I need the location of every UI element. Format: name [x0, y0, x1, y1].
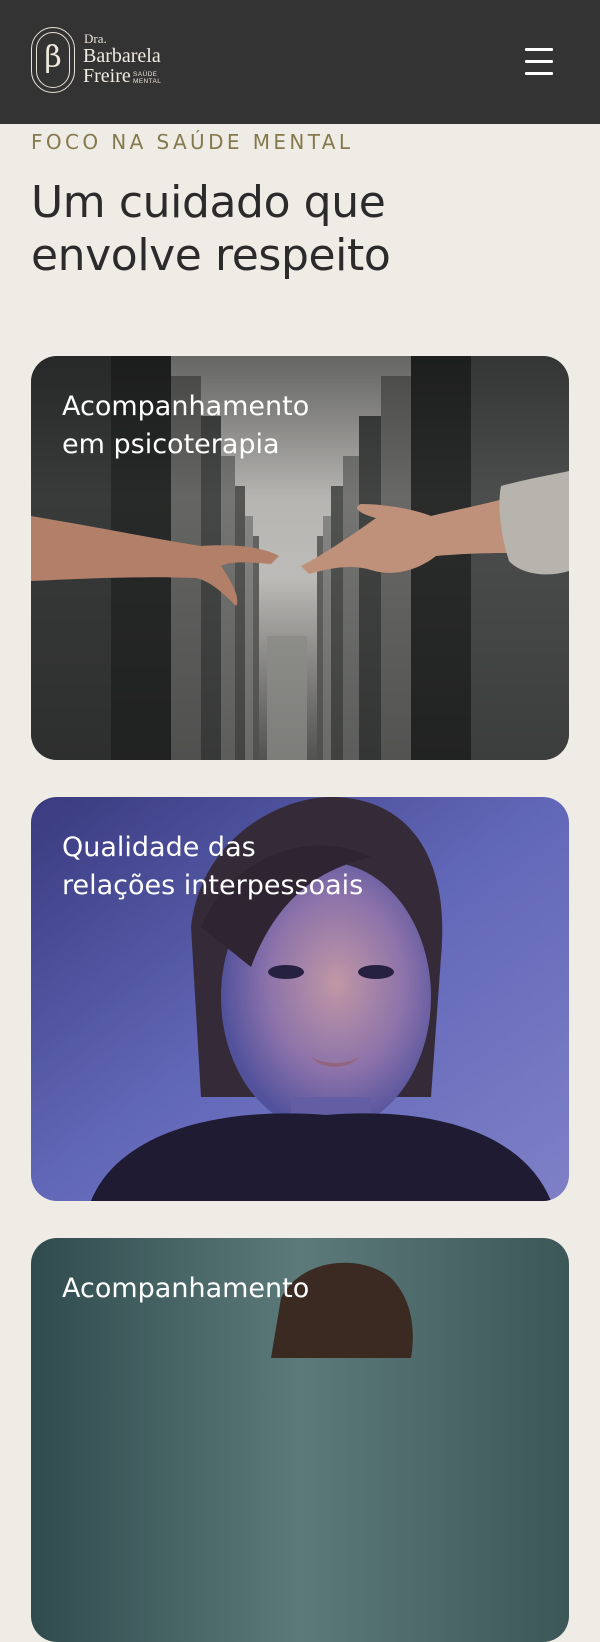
site-header: β Dra. Barbarela Freire SAÚDE MENTAL [0, 0, 600, 124]
service-card-psicoterapia[interactable]: Acompanhamento em psicoterapia [31, 356, 569, 760]
logo-name-first: Barbarela [83, 45, 161, 67]
card-title-line-1: Qualidade das [62, 832, 256, 863]
service-card-relacoes[interactable]: Qualidade das relações interpessoais [31, 797, 569, 1201]
card-title: Acompanhamento em psicoterapia [62, 388, 502, 464]
card-title: Acompanhamento [62, 1270, 502, 1308]
card-title-line-2: relações interpessoais [62, 870, 364, 901]
logo-monogram: β [44, 40, 62, 75]
logo-name-last: Freire [83, 65, 131, 87]
logo-prefix: Dra. [84, 31, 107, 46]
menu-bar [525, 72, 553, 75]
logo[interactable]: β Dra. Barbarela Freire SAÚDE MENTAL [31, 27, 171, 97]
hamburger-menu-icon[interactable] [516, 44, 562, 80]
headline-line-2: envolve respeito [31, 230, 391, 281]
logo-tagline: SAÚDE MENTAL [133, 71, 173, 85]
logo-tagline-line2: MENTAL [133, 78, 162, 85]
logo-tagline-line1: SAÚDE [133, 71, 158, 78]
section-headline: Um cuidado que envolve respeito [31, 176, 571, 282]
card-title: Qualidade das relações interpessoais [62, 829, 502, 905]
menu-bar [525, 48, 553, 51]
card-title-line-1: Acompanhamento [62, 391, 310, 422]
menu-bar [525, 60, 553, 63]
card-title-line-1: Acompanhamento [62, 1273, 310, 1304]
section-eyebrow: FOCO NA SAÚDE MENTAL [31, 130, 354, 154]
headline-line-1: Um cuidado que [31, 177, 386, 228]
card-title-line-2: em psicoterapia [62, 429, 280, 460]
